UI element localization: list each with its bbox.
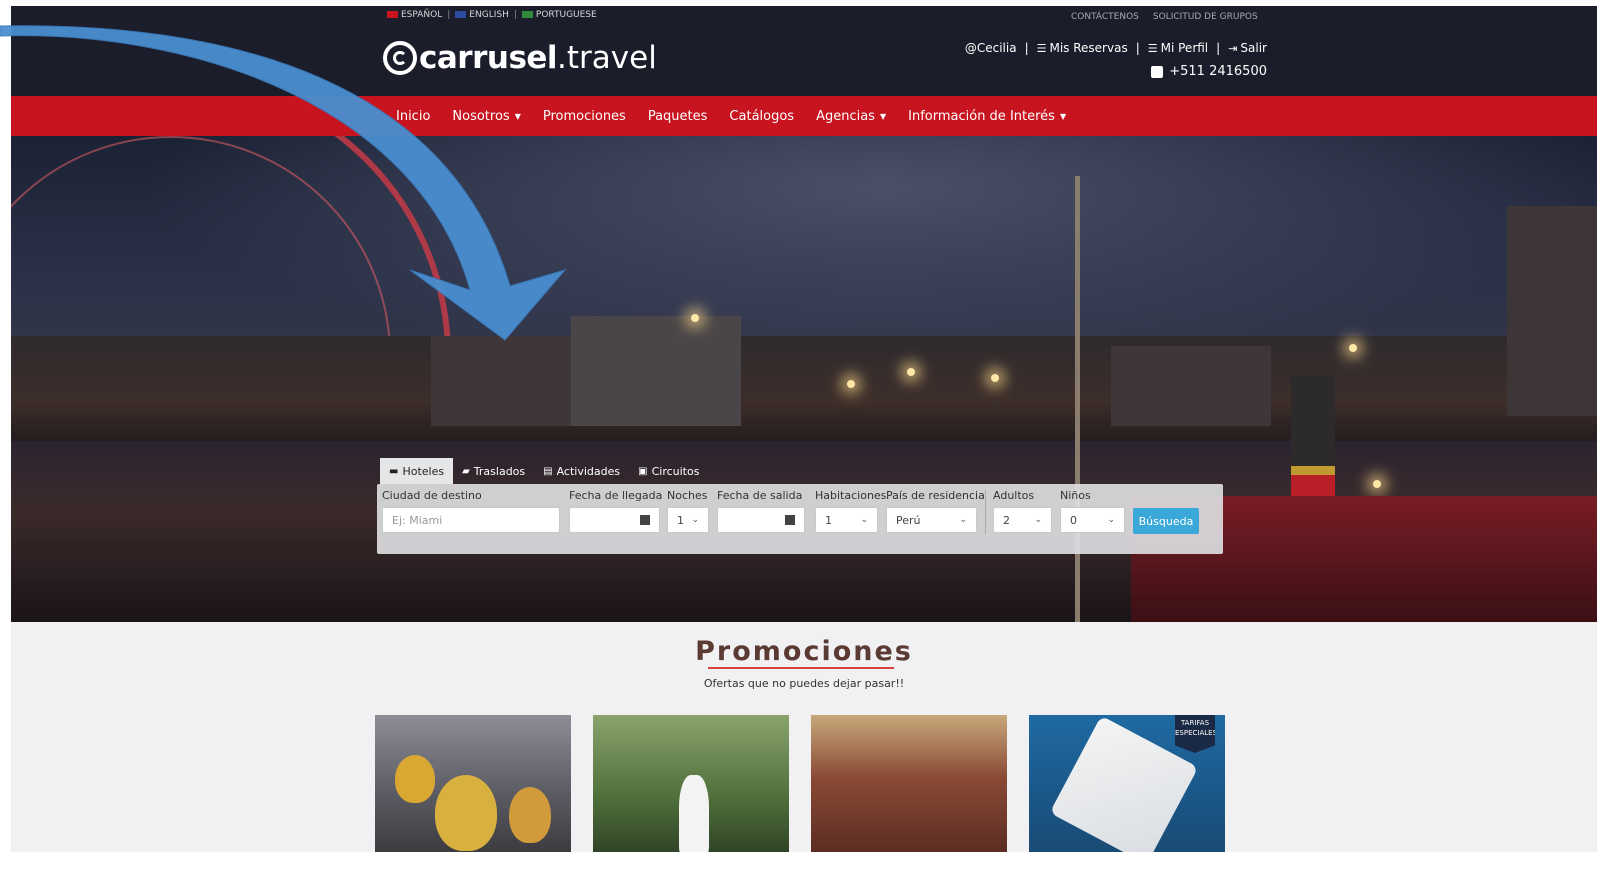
adults-select[interactable]: 2 ⌄ <box>993 507 1052 533</box>
flag-br-icon <box>521 11 533 18</box>
residence-select[interactable]: Perú ⌄ <box>886 507 977 533</box>
site-logo[interactable]: carrusel .travel <box>383 40 657 76</box>
language-selector: ESPAÑOL | ENGLISH | PORTUGUESE <box>387 10 597 20</box>
logout-icon: ⇥ <box>1228 42 1238 55</box>
title-underline <box>708 667 894 669</box>
promo-card-balloons[interactable] <box>375 715 571 852</box>
calendar-icon[interactable] <box>785 515 795 525</box>
list-icon: ☰ <box>1036 42 1047 55</box>
departure-label: Fecha de salida <box>717 489 803 502</box>
list-icon: ☰ <box>1147 42 1158 55</box>
promo-card-wedding[interactable] <box>593 715 789 852</box>
phone-icon <box>1151 65 1164 78</box>
map-icon: ▤ <box>543 465 553 477</box>
skyline-image <box>11 336 1597 446</box>
top-links: CONTÁCTENOS SOLICITUD DE GRUPOS <box>1071 12 1258 22</box>
children-select[interactable]: 0 ⌄ <box>1060 507 1125 533</box>
tab-actividades[interactable]: ▤ Actividades <box>534 458 629 484</box>
tab-traslados[interactable]: ▰ Traslados <box>453 458 534 484</box>
special-rates-badge: TARIFAS ESPECIALES <box>1175 715 1215 753</box>
promo-card-cruise[interactable]: TARIFAS ESPECIALES <box>1029 715 1225 852</box>
nav-informacion[interactable]: Información de Interés ▼ <box>908 109 1066 124</box>
hotel-search-form: Ciudad de destino Ej: Miami Fecha de lle… <box>377 484 1223 554</box>
main-nav: Inicio Nosotros ▼ Promociones Paquetes Ca… <box>11 96 1597 136</box>
user-handle[interactable]: @Cecilia <box>965 41 1017 55</box>
destination-input[interactable]: Ej: Miami <box>382 507 560 533</box>
my-reservations-link[interactable]: ☰ Mis Reservas <box>1037 41 1128 55</box>
flag-uk-icon <box>455 11 467 18</box>
caret-down-icon: ▼ <box>879 111 887 121</box>
search-button[interactable]: Búsqueda <box>1133 508 1199 534</box>
divider <box>985 490 986 534</box>
browser-page: ESPAÑOL | ENGLISH | PORTUGUESE CONTÁCTEN… <box>11 6 1597 852</box>
rooms-label: Habitaciones <box>815 489 887 502</box>
bed-icon: ▬ <box>389 465 399 477</box>
phone-number: +511 2416500 <box>1151 64 1267 79</box>
rooms-select[interactable]: 1 ⌄ <box>815 507 878 533</box>
caret-down-icon: ▼ <box>514 111 521 121</box>
destination-label: Ciudad de destino <box>382 489 482 502</box>
promotions-title: Promociones <box>695 636 913 667</box>
suitcase-icon: ▣ <box>638 465 648 477</box>
promo-card-city[interactable] <box>811 715 1007 852</box>
chevron-down-icon: ⌄ <box>959 515 967 525</box>
carrusel-logo-icon <box>383 41 417 75</box>
big-ben-image <box>1507 206 1597 416</box>
nav-inicio[interactable]: Inicio <box>396 109 430 124</box>
chevron-down-icon: ⌄ <box>691 515 699 525</box>
car-icon: ▰ <box>462 465 470 477</box>
tab-circuitos[interactable]: ▣ Circuitos <box>629 458 708 484</box>
departure-date-input[interactable] <box>717 507 805 533</box>
groups-link[interactable]: SOLICITUD DE GRUPOS <box>1153 12 1258 22</box>
lang-portuguese[interactable]: PORTUGUESE <box>521 10 597 20</box>
nav-paquetes[interactable]: Paquetes <box>648 109 708 124</box>
tab-hoteles[interactable]: ▬ Hoteles <box>380 458 454 484</box>
lang-english[interactable]: ENGLISH <box>455 10 509 20</box>
chevron-down-icon: ⌄ <box>1034 515 1042 525</box>
my-profile-link[interactable]: ☰ Mi Perfil <box>1148 41 1208 55</box>
chevron-down-icon: ⌄ <box>860 515 868 525</box>
calendar-icon[interactable] <box>640 515 650 525</box>
user-menu: @Cecilia | ☰ Mis Reservas | ☰ Mi Perfil | … <box>964 41 1267 55</box>
nav-catalogos[interactable]: Catálogos <box>729 109 794 124</box>
adults-label: Adultos <box>993 489 1035 502</box>
nights-select[interactable]: 1 ⌄ <box>667 507 709 533</box>
logout-link[interactable]: ⇥ Salir <box>1228 41 1267 55</box>
search-tabs: ▬ Hoteles ▰ Traslados ▤ Actividades ▣ Circui… <box>380 458 708 484</box>
children-label: Niños <box>1060 489 1091 502</box>
nav-agencias[interactable]: Agencias ▼ <box>816 109 886 124</box>
lang-spanish[interactable]: ESPAÑOL <box>387 10 442 20</box>
arrival-date-input[interactable] <box>569 507 660 533</box>
flag-es-icon <box>387 11 398 18</box>
residence-label: País de residencia <box>886 489 985 502</box>
nights-label: Noches <box>667 489 708 502</box>
nav-nosotros[interactable]: Nosotros ▼ <box>452 109 520 124</box>
contact-link[interactable]: CONTÁCTENOS <box>1071 12 1139 22</box>
top-header: ESPAÑOL | ENGLISH | PORTUGUESE CONTÁCTEN… <box>11 6 1597 96</box>
caret-down-icon: ▼ <box>1059 111 1067 121</box>
chevron-down-icon: ⌄ <box>1107 515 1115 525</box>
promotions-subtitle: Ofertas que no puedes dejar pasar!! <box>703 677 905 690</box>
nav-promociones[interactable]: Promociones <box>543 109 626 124</box>
arrival-label: Fecha de llegada <box>569 489 663 502</box>
